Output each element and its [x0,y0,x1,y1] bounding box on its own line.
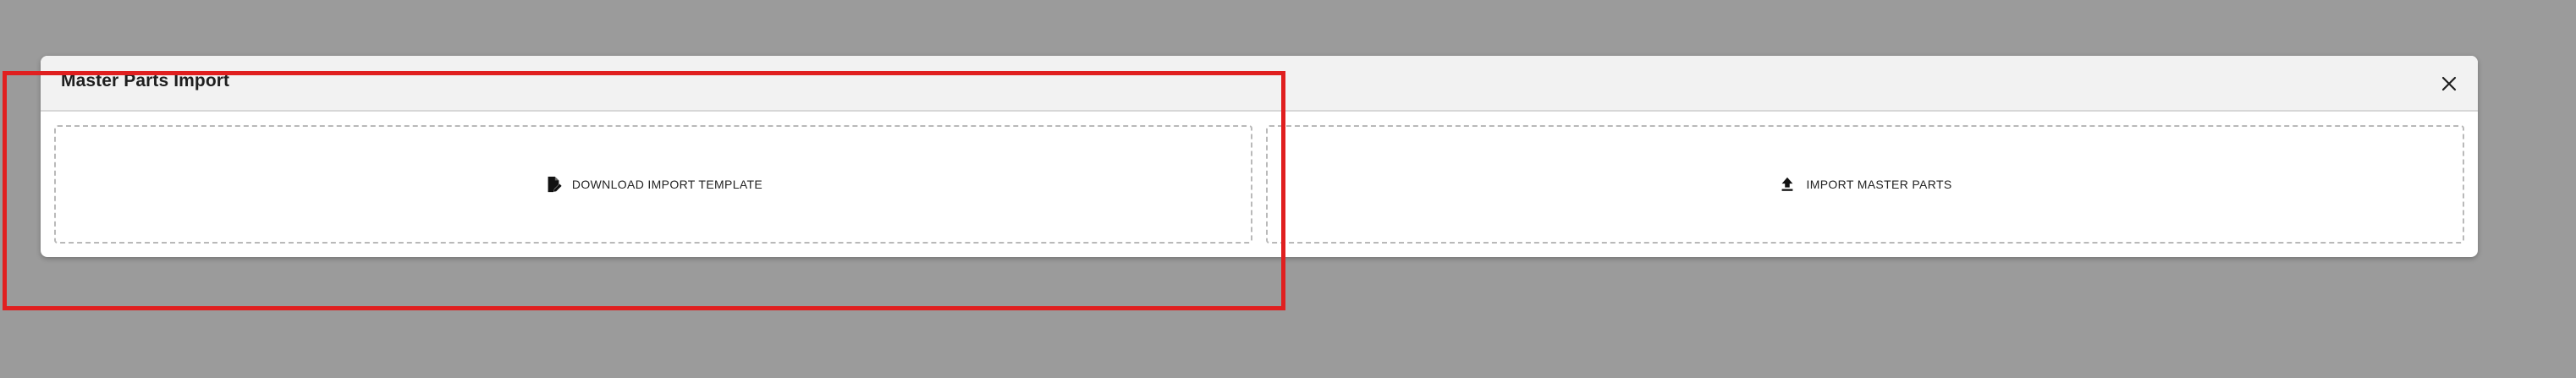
master-parts-import-dialog: Master Parts Import DOWNLOAD IMPORT TEMP… [41,56,2478,257]
dialog-body: DOWNLOAD IMPORT TEMPLATE IMPORT MASTER P… [54,125,2464,244]
dialog-header: Master Parts Import [41,56,2478,112]
import-master-parts-label: IMPORT MASTER PARTS [1806,178,1952,191]
download-template-content: DOWNLOAD IMPORT TEMPLATE [544,175,762,194]
import-master-parts-content: IMPORT MASTER PARTS [1778,175,1951,194]
import-master-parts-button[interactable]: IMPORT MASTER PARTS [1266,125,2464,244]
close-button[interactable] [2434,68,2464,99]
download-import-template-label: DOWNLOAD IMPORT TEMPLATE [571,178,763,191]
close-icon [2440,74,2458,93]
file-edit-icon [544,175,563,194]
download-import-template-button[interactable]: DOWNLOAD IMPORT TEMPLATE [54,125,1252,244]
dialog-title: Master Parts Import [61,71,230,90]
upload-icon [1778,175,1797,194]
